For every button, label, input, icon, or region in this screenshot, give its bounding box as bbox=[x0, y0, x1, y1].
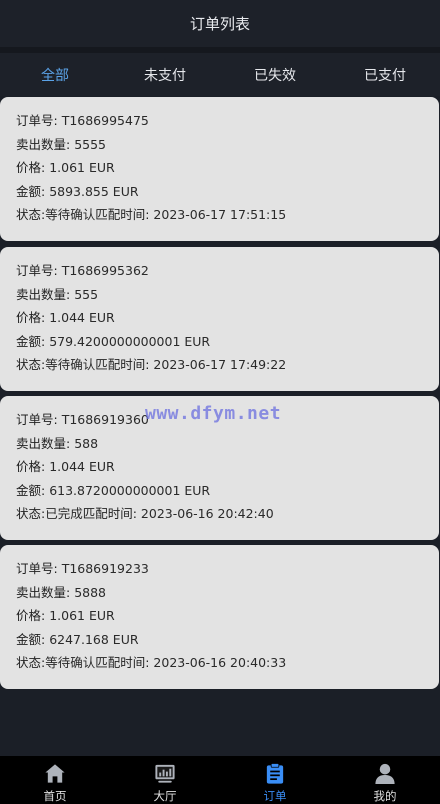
page-title: 订单列表 bbox=[189, 15, 250, 33]
quantity-row: 卖出数量: 5555 bbox=[16, 133, 423, 157]
match-time-value: 2023-06-17 17:49:22 bbox=[153, 357, 287, 372]
price-label: 价格: bbox=[16, 608, 50, 623]
order-number-value: T1686919360 bbox=[61, 412, 149, 427]
order-number-value: T1686995362 bbox=[61, 263, 149, 278]
nav-orders[interactable]: 订单 bbox=[220, 756, 330, 804]
status-value: 等待确认 bbox=[45, 655, 96, 670]
amount-label: 金额: bbox=[16, 333, 50, 349]
amount-row: 金额: 5893.855 EUR bbox=[16, 180, 423, 204]
order-number-row: 订单号: T1686995362 bbox=[16, 259, 423, 283]
amount-label: 金额: bbox=[16, 183, 50, 199]
bottom-nav: 首页 大厅 订单 我的 bbox=[0, 756, 440, 804]
order-number-label: 订单号: bbox=[16, 561, 62, 576]
status-value: 已完成 bbox=[45, 506, 83, 521]
clipboard-icon bbox=[266, 763, 284, 784]
status-row: 状态:等待确认匹配时间: 2023-06-16 20:40:33 bbox=[16, 651, 423, 675]
status-label: 状态: bbox=[16, 207, 46, 222]
order-card[interactable]: 订单号: T1686919233 卖出数量: 5888 价格: 1.061 EU… bbox=[0, 545, 439, 689]
match-time-value: 2023-06-16 20:42:40 bbox=[140, 506, 274, 521]
match-time-value: 2023-06-17 17:51:15 bbox=[153, 207, 287, 222]
order-number-label: 订单号: bbox=[16, 412, 62, 427]
amount-label: 金额: bbox=[16, 482, 50, 498]
status-row: 状态:已完成匹配时间: 2023-06-16 20:42:40 bbox=[16, 502, 423, 526]
price-row: 价格: 1.044 EUR bbox=[16, 455, 423, 479]
status-value: 等待确认 bbox=[45, 207, 96, 222]
amount-value: 579.4200000000001 EUR bbox=[49, 333, 211, 349]
order-number-row: 订单号: T1686995475 bbox=[16, 109, 423, 133]
tab-unpaid[interactable]: 未支付 bbox=[110, 65, 220, 85]
quantity-label: 卖出数量: bbox=[16, 136, 75, 152]
match-time-label: 匹配时间: bbox=[95, 207, 154, 222]
nav-hall-label: 大厅 bbox=[153, 789, 177, 803]
order-status-tabs: 全部 未支付 已失效 已支付 bbox=[0, 53, 440, 96]
price-value: 1.061 EUR bbox=[49, 160, 115, 175]
quantity-row: 卖出数量: 588 bbox=[16, 432, 423, 456]
nav-hall[interactable]: 大厅 bbox=[110, 756, 220, 804]
amount-value: 6247.168 EUR bbox=[49, 631, 139, 647]
watermark-text: www.dfym.net bbox=[145, 403, 282, 424]
status-row: 状态:等待确认匹配时间: 2023-06-17 17:49:22 bbox=[16, 353, 423, 377]
order-card[interactable]: 订单号: T1686995475 卖出数量: 5555 价格: 1.061 EU… bbox=[0, 97, 439, 241]
price-value: 1.044 EUR bbox=[49, 310, 115, 325]
tab-expired[interactable]: 已失效 bbox=[220, 65, 330, 85]
quantity-value: 5555 bbox=[74, 136, 106, 152]
nav-home[interactable]: 首页 bbox=[0, 756, 110, 804]
amount-value: 5893.855 EUR bbox=[49, 183, 139, 199]
app-root: 订单列表 全部 未支付 已失效 已支付 订单号: T1686995475 卖出数… bbox=[0, 0, 440, 804]
home-icon bbox=[45, 764, 65, 783]
tab-all[interactable]: 全部 bbox=[0, 65, 110, 85]
status-row: 状态:等待确认匹配时间: 2023-06-17 17:51:15 bbox=[16, 203, 423, 227]
match-time-label: 匹配时间: bbox=[95, 357, 154, 372]
nav-mine-label: 我的 bbox=[373, 789, 397, 803]
quantity-value: 555 bbox=[74, 286, 99, 302]
user-icon bbox=[375, 763, 395, 785]
match-time-label: 匹配时间: bbox=[95, 655, 154, 670]
price-value: 1.044 EUR bbox=[49, 459, 115, 474]
match-time-value: 2023-06-16 20:40:33 bbox=[153, 655, 287, 670]
amount-value: 613.8720000000001 EUR bbox=[49, 482, 211, 498]
price-row: 价格: 1.061 EUR bbox=[16, 604, 423, 628]
hall-chart-icon bbox=[155, 764, 175, 783]
status-label: 状态: bbox=[16, 357, 46, 372]
quantity-row: 卖出数量: 555 bbox=[16, 283, 423, 307]
quantity-value: 5888 bbox=[74, 584, 106, 600]
price-row: 价格: 1.044 EUR bbox=[16, 306, 423, 330]
price-row: 价格: 1.061 EUR bbox=[16, 156, 423, 180]
status-label: 状态: bbox=[16, 506, 46, 521]
amount-row: 金额: 613.8720000000001 EUR bbox=[16, 479, 423, 503]
status-value: 等待确认 bbox=[45, 357, 96, 372]
price-label: 价格: bbox=[16, 310, 50, 325]
nav-orders-label: 订单 bbox=[263, 789, 287, 803]
match-time-label: 匹配时间: bbox=[82, 506, 141, 521]
amount-label: 金额: bbox=[16, 631, 50, 647]
quantity-label: 卖出数量: bbox=[16, 286, 75, 302]
order-number-label: 订单号: bbox=[16, 113, 62, 128]
price-label: 价格: bbox=[16, 459, 50, 474]
order-number-label: 订单号: bbox=[16, 263, 62, 278]
tab-paid[interactable]: 已支付 bbox=[330, 65, 440, 85]
nav-mine[interactable]: 我的 bbox=[330, 756, 440, 804]
quantity-label: 卖出数量: bbox=[16, 435, 75, 451]
amount-row: 金额: 6247.168 EUR bbox=[16, 628, 423, 652]
nav-home-label: 首页 bbox=[43, 789, 67, 803]
status-label: 状态: bbox=[16, 655, 46, 670]
amount-row: 金额: 579.4200000000001 EUR bbox=[16, 330, 423, 354]
quantity-value: 588 bbox=[74, 435, 99, 451]
price-label: 价格: bbox=[16, 160, 50, 175]
order-card[interactable]: 订单号: T1686995362 卖出数量: 555 价格: 1.044 EUR… bbox=[0, 247, 439, 391]
price-value: 1.061 EUR bbox=[49, 608, 115, 623]
quantity-label: 卖出数量: bbox=[16, 584, 75, 600]
order-number-value: T1686919233 bbox=[61, 561, 149, 576]
order-number-row: 订单号: T1686919233 bbox=[16, 557, 423, 581]
quantity-row: 卖出数量: 5888 bbox=[16, 581, 423, 605]
order-number-value: T1686995475 bbox=[61, 113, 149, 128]
header-bar: 订单列表 bbox=[0, 0, 440, 47]
